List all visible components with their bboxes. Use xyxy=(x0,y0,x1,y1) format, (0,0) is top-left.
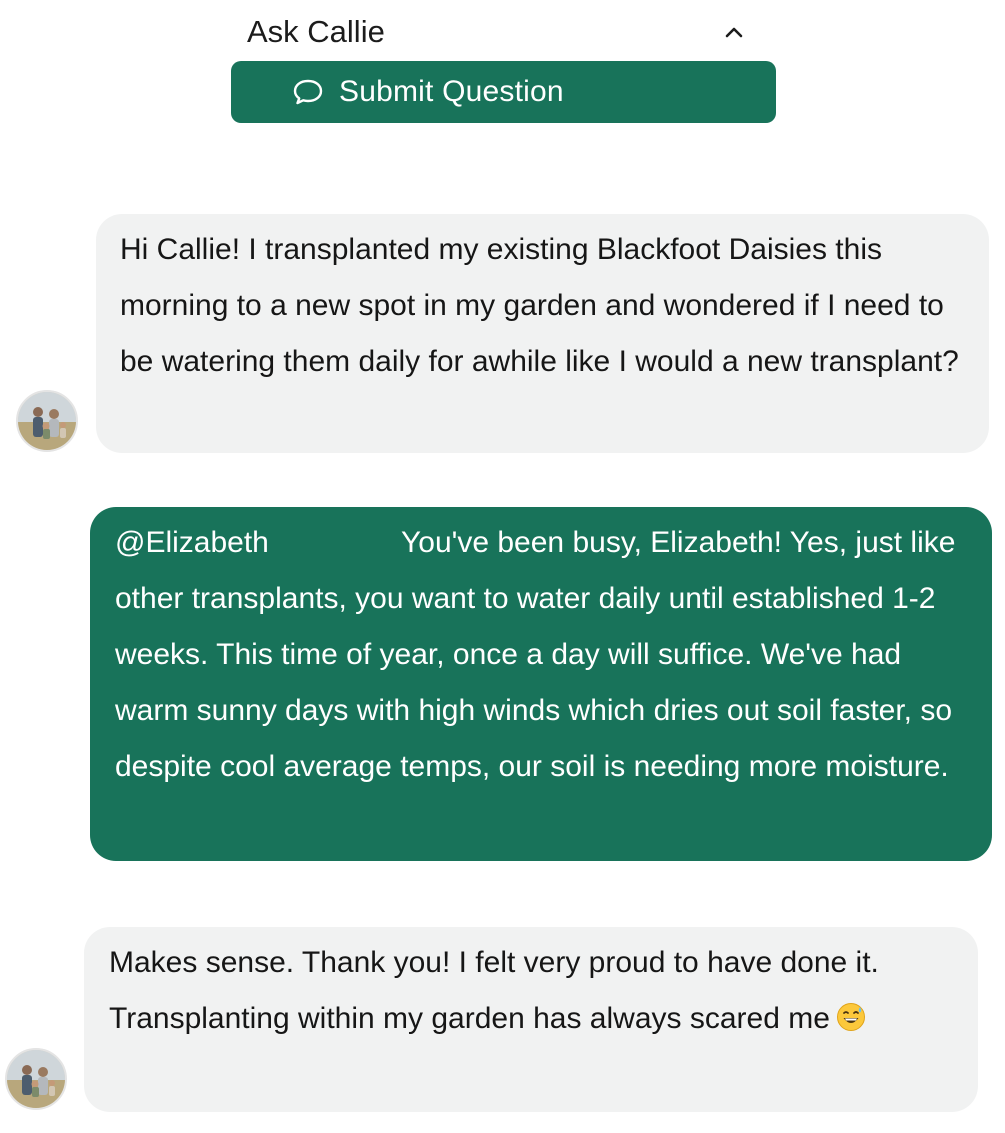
message-bubble-expert: @Elizabeth You've been busy, Elizabeth! Y… xyxy=(90,507,992,861)
message-text: Hi Callie! I transplanted my existing Bl… xyxy=(120,233,959,378)
avatar xyxy=(16,390,78,452)
speech-bubble-icon xyxy=(291,77,325,107)
message-text: Makes sense. Thank you! I felt very prou… xyxy=(109,946,879,1035)
message-bubble-user: Makes sense. Thank you! I felt very prou… xyxy=(84,927,978,1112)
grinning-sweat-emoji-icon xyxy=(836,995,866,1031)
ask-panel-header[interactable]: Ask Callie xyxy=(232,8,776,54)
avatar xyxy=(5,1048,67,1110)
submit-question-button[interactable]: Submit Question xyxy=(231,61,776,123)
panel-title: Ask Callie xyxy=(247,14,385,49)
message-bubble-user: Hi Callie! I transplanted my existing Bl… xyxy=(96,214,989,453)
chevron-up-icon[interactable] xyxy=(722,20,746,44)
submit-question-label: Submit Question xyxy=(339,75,564,108)
user-mention-link[interactable]: @Elizabeth xyxy=(115,515,401,571)
